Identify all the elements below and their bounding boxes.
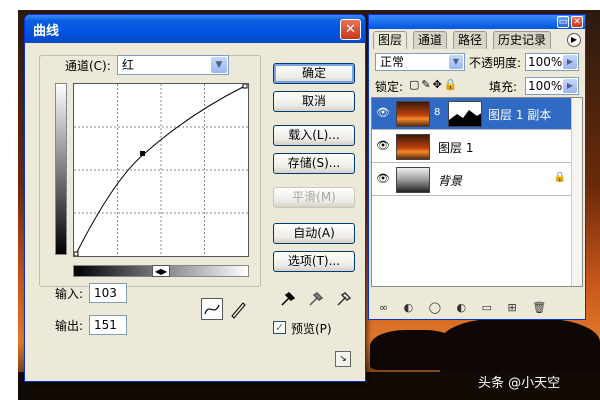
- blend-mode-value: 正常: [380, 55, 405, 69]
- curve-endpoint-white[interactable]: [242, 83, 248, 89]
- auto-button[interactable]: 自动(A): [273, 223, 355, 244]
- tab-history[interactable]: 历史记录: [493, 31, 552, 49]
- layer-row[interactable]: 👁 图层 1: [372, 131, 572, 163]
- close-button[interactable]: ✕: [340, 19, 361, 40]
- eye-icon[interactable]: 👁: [376, 139, 390, 153]
- lock-options-icons[interactable]: ▢✎✥🔒: [409, 78, 460, 91]
- layers-panel: ▭ ✕ 图层 通道 路径 历史记录 ▶ 正常 ▼ 不透明度: 100% ▶ 锁定…: [368, 14, 586, 320]
- tab-paths[interactable]: 路径: [453, 31, 488, 49]
- chevron-down-icon[interactable]: ▼: [211, 57, 227, 73]
- input-label: 输入:: [55, 287, 84, 301]
- link-icon[interactable]: 8: [434, 107, 440, 118]
- minimize-icon[interactable]: ▭: [557, 16, 569, 28]
- input-gradient-bar: ◀▶: [73, 265, 249, 277]
- channel-select[interactable]: 红 ▼: [117, 55, 229, 75]
- watermark: 头条 @小天空: [478, 376, 561, 391]
- layer-name: 图层 1: [438, 141, 474, 155]
- fill-field[interactable]: 100% ▶: [525, 77, 579, 95]
- output-gradient-bar: [55, 83, 67, 255]
- opacity-field[interactable]: 100% ▶: [525, 53, 579, 71]
- layer-thumbnail: [396, 167, 430, 193]
- eye-icon[interactable]: 👁: [376, 172, 390, 186]
- fill-label: 填充:: [489, 80, 518, 94]
- output-label: 输出:: [55, 319, 84, 333]
- layer-list: 👁 8 图层 1 副本 👁 图层 1 👁 背景 🔒: [371, 97, 583, 287]
- expand-icon[interactable]: ↘: [335, 351, 351, 367]
- tab-channels[interactable]: 通道: [413, 31, 448, 49]
- layer-mask-thumbnail[interactable]: [448, 101, 482, 127]
- gradient-toggle-icon[interactable]: ◀▶: [152, 265, 170, 277]
- chevron-down-icon[interactable]: ▼: [449, 55, 463, 69]
- opacity-label: 不透明度:: [469, 56, 522, 70]
- curve-tool-icon[interactable]: [201, 298, 223, 320]
- layer-row[interactable]: 👁 8 图层 1 副本: [372, 98, 572, 130]
- pencil-icon[interactable]: [227, 298, 249, 320]
- eyedropper-gray-icon[interactable]: [307, 289, 325, 307]
- opacity-value: 100%: [528, 55, 563, 69]
- ok-button[interactable]: 确定: [273, 63, 355, 84]
- panel-menu-icon[interactable]: ▶: [567, 33, 581, 47]
- eyedropper-black-icon[interactable]: [279, 289, 297, 307]
- save-button[interactable]: 存储(S)...: [273, 153, 355, 174]
- output-field[interactable]: 151: [89, 315, 127, 335]
- channel-label: 通道(C):: [65, 59, 111, 73]
- tree-silhouette: [370, 330, 460, 370]
- layer-row[interactable]: 👁 背景 🔒: [372, 164, 572, 196]
- scrollbar[interactable]: [571, 98, 582, 286]
- chevron-right-icon[interactable]: ▶: [563, 55, 577, 69]
- curve-graph-svg[interactable]: [73, 83, 248, 257]
- layer-name: 背景: [438, 174, 463, 188]
- tree-silhouette: [440, 318, 600, 378]
- preview-label: 预览(P): [291, 322, 332, 336]
- load-button[interactable]: 载入(L)...: [273, 125, 355, 146]
- tab-layers[interactable]: 图层: [373, 31, 408, 49]
- lock-icon: 🔒: [553, 172, 566, 183]
- close-icon[interactable]: ✕: [571, 16, 583, 28]
- options-button[interactable]: 选项(T)...: [273, 251, 355, 272]
- channel-value: 红: [122, 58, 135, 72]
- layer-thumbnail: [396, 101, 430, 127]
- blend-mode-select[interactable]: 正常 ▼: [375, 53, 465, 71]
- smooth-button[interactable]: 平滑(M): [273, 187, 355, 208]
- curves-dialog: 曲线 ✕ 通道(C): 红 ▼ ◀▶ 输入: 103 输出: 151 确定 取消…: [24, 14, 366, 382]
- dialog-title: 曲线: [33, 23, 60, 39]
- panel-titlebar[interactable]: ▭ ✕: [369, 15, 585, 29]
- cancel-button[interactable]: 取消: [273, 91, 355, 112]
- curve-control-point[interactable]: [140, 151, 145, 156]
- preview-checkbox[interactable]: ✓: [273, 321, 286, 334]
- layer-name: 图层 1 副本: [488, 108, 552, 122]
- curve-graph[interactable]: [73, 83, 249, 257]
- curve-endpoint-black[interactable]: [73, 251, 79, 257]
- close-icon: ✕: [345, 22, 356, 37]
- chevron-right-icon[interactable]: ▶: [563, 79, 577, 93]
- fill-value: 100%: [528, 79, 563, 93]
- lock-label: 锁定:: [375, 80, 404, 94]
- eyedropper-white-icon[interactable]: [335, 289, 353, 307]
- layer-actions-bar[interactable]: ∞ ◐ ◯ ◐ ▭ ⊞ 🗑: [371, 299, 583, 317]
- dialog-titlebar[interactable]: 曲线 ✕: [25, 15, 365, 43]
- panel-tabs: 图层 通道 路径 历史记录 ▶: [369, 31, 585, 49]
- eye-icon[interactable]: 👁: [376, 106, 390, 120]
- input-field[interactable]: 103: [89, 283, 127, 303]
- layer-thumbnail: [396, 134, 430, 160]
